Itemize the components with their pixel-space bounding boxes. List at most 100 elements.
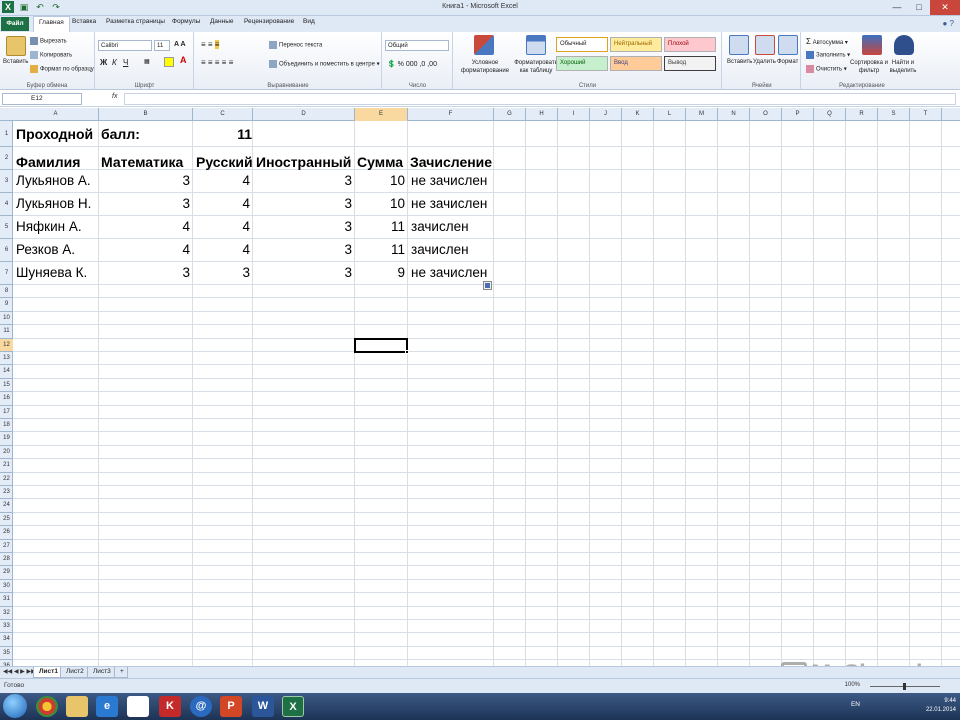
spreadsheet-grid[interactable]: ABCDEFGHIJKLMNOPQRST 1 2 3 4 5 6 7 8 9 10 11 12 13 14…: [0, 108, 960, 666]
cell-D3[interactable]: 3: [253, 174, 352, 188]
internet-explorer-icon[interactable]: e: [96, 696, 118, 717]
column-header-a[interactable]: A: [13, 108, 99, 121]
bold-button[interactable]: Ж: [100, 58, 107, 67]
cell-B5[interactable]: 4: [99, 220, 190, 234]
paste-icon[interactable]: [6, 36, 26, 56]
row-header-16[interactable]: 16: [0, 392, 13, 406]
column-header-o[interactable]: O: [750, 108, 782, 121]
format-cells-button[interactable]: Формат: [777, 59, 798, 65]
cell-C3[interactable]: 4: [193, 174, 250, 188]
fill-color-icon[interactable]: [164, 57, 174, 67]
cell-A5[interactable]: Няфкин А.: [16, 220, 82, 234]
cell-A1[interactable]: Проходной: [16, 127, 93, 141]
tab-review[interactable]: Рецензирование: [244, 18, 294, 25]
media-player-icon[interactable]: [127, 696, 149, 717]
cell-F4[interactable]: не зачислен: [411, 197, 487, 211]
cell-B3[interactable]: 3: [99, 174, 190, 188]
italic-button[interactable]: К: [112, 58, 117, 67]
tab-page-layout[interactable]: Разметка страницы: [106, 18, 165, 25]
excel-taskbar-icon[interactable]: X: [282, 696, 304, 717]
row-header-33[interactable]: 33: [0, 620, 13, 634]
column-header-d[interactable]: D: [253, 108, 355, 121]
cell-B4[interactable]: 3: [99, 197, 190, 211]
row-header-26[interactable]: 26: [0, 526, 13, 540]
cell-A3[interactable]: Лукьянов А.: [16, 174, 91, 188]
cell-E3[interactable]: 10: [355, 174, 405, 188]
cell-E2[interactable]: Сумма: [357, 155, 403, 169]
cell-A6[interactable]: Резков А.: [16, 243, 75, 257]
cell-F5[interactable]: зачислен: [411, 220, 469, 234]
cell-F6[interactable]: зачислен: [411, 243, 469, 257]
column-header-s[interactable]: S: [878, 108, 910, 121]
mail-icon[interactable]: @: [190, 696, 212, 717]
insert-function-icon[interactable]: fx: [112, 93, 117, 100]
cell-D5[interactable]: 3: [253, 220, 352, 234]
clock[interactable]: 9:44 22.01.2014: [926, 697, 956, 715]
fill-handle[interactable]: [405, 349, 409, 354]
paste-options-icon[interactable]: [483, 281, 492, 290]
number-format-select[interactable]: Общий: [385, 40, 449, 51]
row-header-25[interactable]: 25: [0, 513, 13, 527]
row-header-4[interactable]: 4: [0, 193, 13, 216]
cell-A7[interactable]: Шуняева К.: [16, 266, 87, 280]
tab-file[interactable]: Файл: [1, 17, 29, 31]
tab-insert[interactable]: Вставка: [72, 18, 96, 25]
grow-font-icon[interactable]: A A: [174, 41, 186, 48]
minimize-button[interactable]: —: [886, 0, 908, 15]
row-header-21[interactable]: 21: [0, 459, 13, 473]
fill-button[interactable]: Заполнить ▾: [806, 51, 850, 59]
cell-D4[interactable]: 3: [253, 197, 352, 211]
help-icon[interactable]: ● ?: [942, 19, 954, 28]
style-output[interactable]: Вывод: [664, 56, 716, 71]
cell-B6[interactable]: 4: [99, 243, 190, 257]
delete-cells-icon[interactable]: [755, 35, 775, 55]
column-header-j[interactable]: J: [590, 108, 622, 121]
delete-cells-button[interactable]: Удалить: [753, 59, 776, 65]
cell-E6[interactable]: 11: [355, 243, 405, 257]
sort-filter-button[interactable]: Сортировка и фильтр: [850, 59, 888, 75]
cut-button[interactable]: Вырезать: [30, 37, 67, 45]
column-header-l[interactable]: L: [654, 108, 686, 121]
column-header-t[interactable]: T: [910, 108, 942, 121]
paste-button[interactable]: Вставить: [3, 59, 28, 65]
column-header-i[interactable]: I: [558, 108, 590, 121]
maximize-button[interactable]: □: [908, 0, 930, 15]
row-header-27[interactable]: 27: [0, 540, 13, 553]
cell-C2[interactable]: Русский: [196, 155, 253, 169]
row-header-8[interactable]: 8: [0, 285, 13, 299]
row-header-23[interactable]: 23: [0, 486, 13, 500]
table-format-icon[interactable]: [526, 35, 546, 55]
row-header-28[interactable]: 28: [0, 553, 13, 567]
format-painter-button[interactable]: Формат по образцу: [30, 65, 94, 73]
column-header-k[interactable]: K: [622, 108, 654, 121]
cell-A4[interactable]: Лукьянов Н.: [16, 197, 91, 211]
formula-input[interactable]: [124, 93, 956, 105]
column-header-m[interactable]: M: [686, 108, 718, 121]
cell-E4[interactable]: 10: [355, 197, 405, 211]
font-color-icon[interactable]: A: [180, 55, 187, 65]
tab-data[interactable]: Данные: [210, 18, 233, 25]
row-header-6[interactable]: 6: [0, 239, 13, 262]
row-header-29[interactable]: 29: [0, 566, 13, 580]
style-input[interactable]: Ввод: [610, 56, 662, 71]
new-sheet-icon[interactable]: +: [114, 667, 128, 678]
style-bad[interactable]: Плохой: [664, 37, 716, 52]
cell-E5[interactable]: 11: [355, 220, 405, 234]
row-header-15[interactable]: 15: [0, 379, 13, 393]
merge-center-button[interactable]: Объединить и поместить в центре ▾: [269, 60, 380, 68]
row-header-13[interactable]: 13: [0, 352, 13, 366]
borders-icon[interactable]: ▦: [144, 58, 150, 65]
sheet-tab-2[interactable]: Лист2: [60, 667, 90, 678]
cell-D6[interactable]: 3: [253, 243, 352, 257]
sheet-tab-3[interactable]: Лист3: [87, 667, 117, 678]
cell-F2[interactable]: Зачисление: [410, 155, 492, 169]
row-header-20[interactable]: 20: [0, 446, 13, 460]
row-header-22[interactable]: 22: [0, 473, 13, 486]
row-header-14[interactable]: 14: [0, 365, 13, 379]
zoom-level[interactable]: 100%: [845, 682, 860, 688]
align-left-icon[interactable]: ≡ ≡ ≡ ≡ ≡: [201, 58, 233, 67]
insert-cells-button[interactable]: Вставить: [727, 59, 752, 65]
row-header-34[interactable]: 34: [0, 633, 13, 647]
language-indicator[interactable]: EN: [851, 701, 860, 708]
style-neutral[interactable]: Нейтральный: [610, 37, 662, 52]
